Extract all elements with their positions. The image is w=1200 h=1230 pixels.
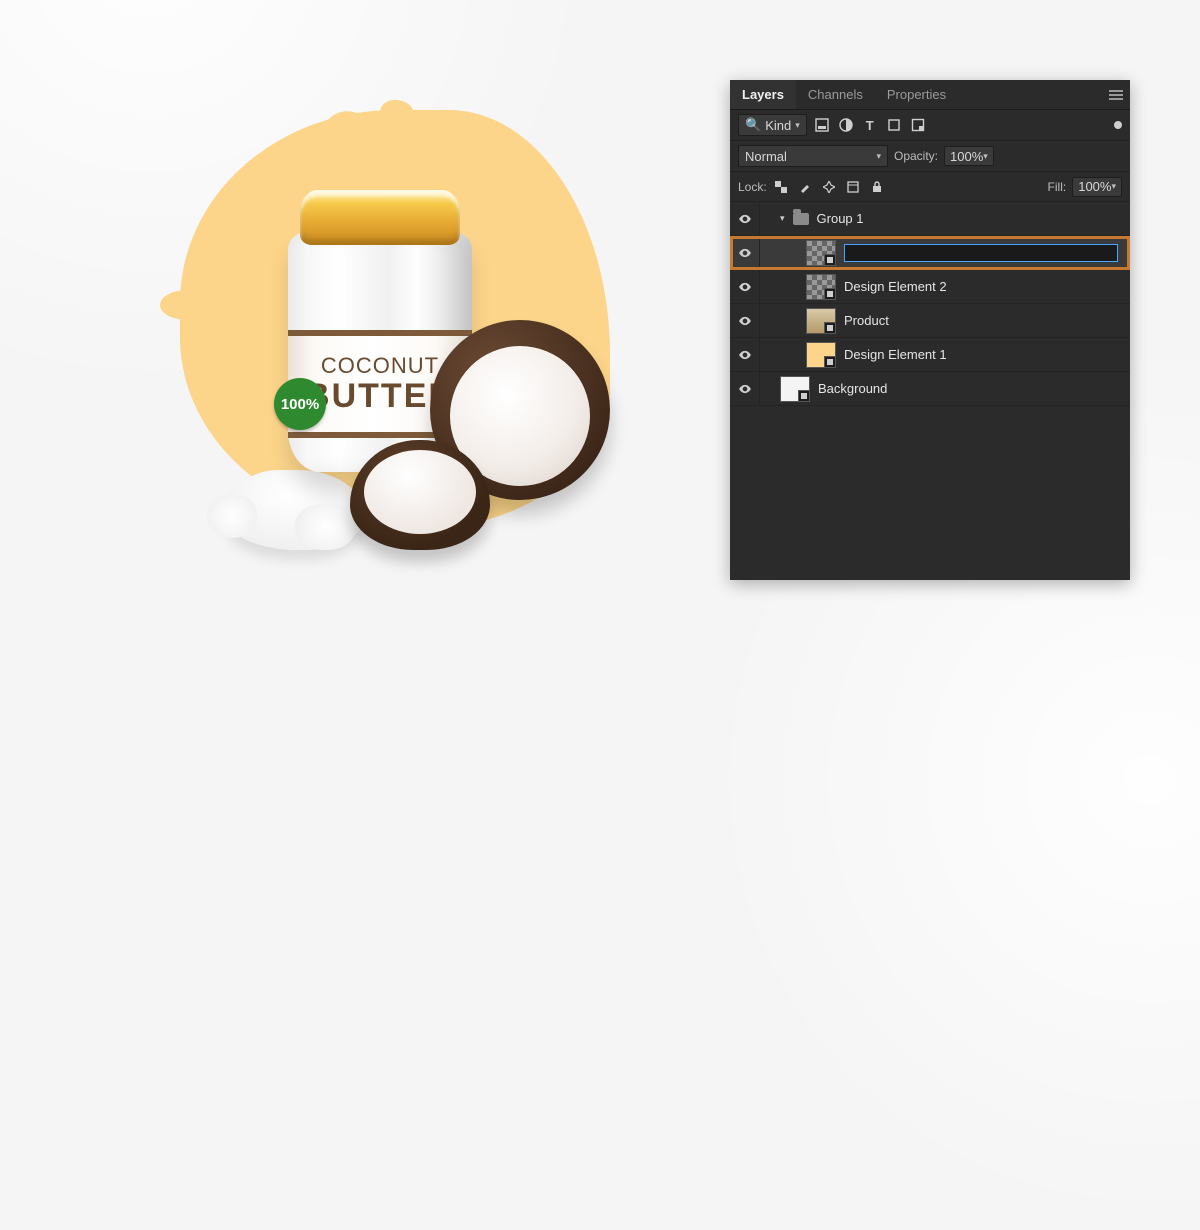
eye-icon	[738, 280, 752, 294]
layer-row-de1[interactable]: Design Element 1	[730, 338, 1130, 372]
layer-row-editing[interactable]	[730, 236, 1130, 270]
filter-type-icon[interactable]: T	[861, 116, 879, 134]
eye-icon	[738, 212, 752, 226]
design-canvas: COCONUT BUTTER 100%	[50, 40, 670, 600]
filter-shape-icon[interactable]	[885, 116, 903, 134]
tab-channels[interactable]: Channels	[796, 80, 875, 109]
filter-adjust-icon[interactable]	[837, 116, 855, 134]
lock-artboard-icon[interactable]	[845, 179, 861, 195]
fill-input[interactable]: 100% ▾	[1072, 177, 1122, 197]
visibility-toggle[interactable]	[730, 270, 760, 303]
fill-label: Fill:	[1048, 180, 1067, 194]
visibility-toggle[interactable]	[730, 372, 760, 405]
blob-shape	[160, 290, 215, 320]
fill-value: 100%	[1078, 179, 1111, 194]
smart-object-badge-icon	[824, 356, 836, 368]
eye-icon	[738, 348, 752, 362]
disclosure-icon[interactable]: ▾	[780, 213, 785, 224]
chevron-down-icon: ▾	[983, 151, 988, 162]
layer-thumbnail	[806, 308, 836, 334]
lock-all-icon[interactable]	[869, 179, 885, 195]
filter-kind-select[interactable]: 🔍 Kind ▾	[738, 114, 807, 136]
layer-thumbnail	[806, 342, 836, 368]
blend-mode-value: Normal	[745, 149, 787, 164]
layer-rename-input[interactable]	[844, 244, 1118, 262]
layer-thumbnail	[806, 240, 836, 266]
filter-smart-icon[interactable]	[909, 116, 927, 134]
layer-name: Design Element 2	[844, 279, 947, 294]
layers-tree: ▾ Group 1 Design Element 2	[730, 202, 1130, 580]
visibility-toggle[interactable]	[730, 304, 760, 337]
eye-icon	[738, 246, 752, 260]
visibility-toggle[interactable]	[730, 236, 760, 269]
filter-kind-label: Kind	[765, 118, 791, 133]
folder-icon	[793, 213, 809, 225]
blob-shape	[200, 340, 228, 358]
layer-row-group[interactable]: ▾ Group 1	[730, 202, 1130, 236]
layer-name: Group 1	[817, 211, 864, 226]
chevron-down-icon: ▾	[795, 120, 800, 131]
layers-panel: Layers Channels Properties 🔍 Kind ▾ T No…	[730, 80, 1130, 580]
badge-100: 100%	[274, 378, 326, 430]
label-line-1: COCONUT	[321, 353, 439, 379]
lock-position-icon[interactable]	[821, 179, 837, 195]
lock-transparency-icon[interactable]	[773, 179, 789, 195]
layer-name: Background	[818, 381, 887, 396]
filter-row: 🔍 Kind ▾ T	[730, 110, 1130, 141]
visibility-toggle[interactable]	[730, 338, 760, 371]
layer-thumbnail	[806, 274, 836, 300]
layer-name: Design Element 1	[844, 347, 947, 362]
layer-name: Product	[844, 313, 889, 328]
visibility-toggle[interactable]	[730, 202, 760, 235]
eye-icon	[738, 382, 752, 396]
lock-paint-icon[interactable]	[797, 179, 813, 195]
smart-object-badge-icon	[824, 288, 836, 300]
blend-mode-select[interactable]: Normal ▾	[738, 145, 888, 167]
eye-icon	[738, 314, 752, 328]
lock-row: Lock: Fill: 100% ▾	[730, 172, 1130, 202]
panel-menu-icon[interactable]	[1102, 80, 1130, 109]
layer-row-background[interactable]: Background	[730, 372, 1130, 406]
layer-thumbnail	[780, 376, 810, 402]
layer-row-de2[interactable]: Design Element 2	[730, 270, 1130, 304]
blend-row: Normal ▾ Opacity: 100% ▾	[730, 141, 1130, 172]
smart-object-badge-icon	[798, 390, 810, 402]
filter-pixel-icon[interactable]	[813, 116, 831, 134]
smart-object-badge-icon	[824, 322, 836, 334]
chevron-down-icon: ▾	[876, 151, 881, 162]
smart-object-badge-icon	[824, 254, 836, 266]
panel-tabs: Layers Channels Properties	[730, 80, 1130, 110]
opacity-value: 100%	[950, 149, 983, 164]
opacity-input[interactable]: 100% ▾	[944, 146, 994, 166]
filter-toggle-icon[interactable]	[1114, 121, 1122, 129]
lock-label: Lock:	[738, 180, 767, 194]
tab-layers[interactable]: Layers	[730, 80, 796, 109]
layer-row-product[interactable]: Product	[730, 304, 1130, 338]
search-icon: 🔍	[745, 117, 761, 133]
chevron-down-icon: ▾	[1111, 181, 1116, 192]
tab-properties[interactable]: Properties	[875, 80, 958, 109]
coconut-flakes	[225, 470, 365, 550]
jar-lid	[300, 190, 460, 245]
opacity-label: Opacity:	[894, 149, 938, 163]
